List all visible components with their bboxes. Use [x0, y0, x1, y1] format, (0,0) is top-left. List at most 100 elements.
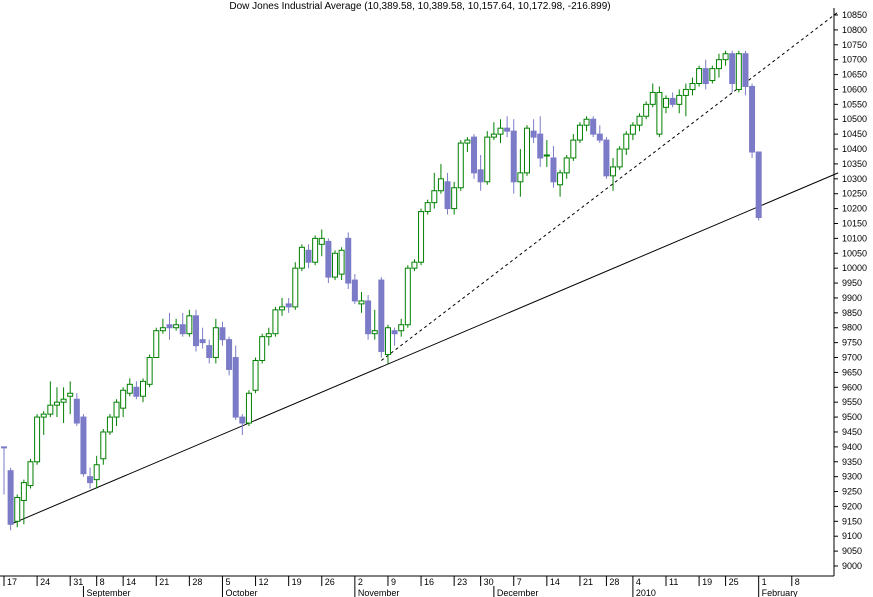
x-tick-label: 26	[325, 577, 335, 587]
y-tick-label: 10350	[842, 159, 867, 169]
candle	[47, 381, 54, 418]
y-tick-label: 10650	[842, 70, 867, 80]
candle	[292, 262, 299, 310]
candle-body	[173, 324, 180, 329]
candle-body	[332, 252, 338, 278]
candle-body	[351, 279, 358, 302]
candle-body	[365, 300, 372, 335]
candle-body	[34, 416, 41, 463]
y-tick-label: 9200	[842, 501, 862, 511]
candle	[418, 208, 425, 266]
y-tick-label: 9800	[842, 323, 862, 333]
candle-body	[345, 237, 352, 284]
candle-body	[530, 130, 537, 138]
candle	[272, 306, 279, 337]
candle	[153, 327, 160, 359]
candle	[676, 89, 683, 114]
candle-body	[477, 169, 484, 183]
x-tick-label: 21	[583, 577, 593, 587]
candle-body	[570, 139, 577, 159]
candle	[67, 381, 74, 415]
candle-body	[153, 330, 160, 359]
x-tick-label: 25	[729, 577, 739, 587]
candle-body	[709, 68, 716, 82]
candle-body	[226, 339, 233, 370]
x-tick-label: 4	[636, 577, 641, 587]
candle	[239, 414, 246, 435]
candle-body	[616, 148, 623, 168]
y-tick-label: 10600	[842, 84, 867, 94]
candle-body	[87, 476, 94, 484]
candle-body	[649, 91, 656, 105]
x-tick-label: 21	[159, 577, 169, 587]
candle	[722, 50, 729, 66]
y-tick-label: 9050	[842, 546, 862, 556]
candle	[484, 131, 491, 185]
candle	[325, 238, 332, 284]
x-tick-label: 7	[517, 577, 522, 587]
candle-body	[27, 461, 34, 487]
candle-body	[232, 357, 239, 418]
candle	[40, 411, 47, 435]
candle-body	[391, 330, 398, 335]
candle	[543, 140, 550, 167]
candle	[431, 172, 438, 209]
candle	[140, 378, 147, 403]
x-tick-label: 19	[292, 577, 302, 587]
y-tick-label: 9500	[842, 412, 862, 422]
candle-body	[305, 249, 312, 263]
y-tick-label: 9000	[842, 561, 862, 571]
candle-body	[179, 324, 186, 335]
candle	[742, 50, 749, 96]
candle	[371, 309, 378, 340]
x-month-label: 2010	[636, 588, 656, 597]
x-tick-label: 28	[192, 577, 202, 587]
candle	[173, 318, 180, 331]
y-tick-label: 9550	[842, 397, 862, 407]
candle	[53, 387, 60, 418]
candle-body	[623, 133, 630, 150]
candle-body	[636, 115, 643, 126]
y-tick-label: 9400	[842, 442, 862, 452]
candle-body	[702, 68, 709, 85]
candle-body	[755, 151, 762, 219]
candle	[298, 244, 305, 272]
candle	[345, 232, 352, 290]
y-tick-label: 10850	[842, 10, 867, 20]
candle-body	[113, 401, 120, 418]
candle-body	[464, 139, 471, 144]
candle-body	[285, 303, 292, 308]
x-tick-label: 16	[424, 577, 434, 587]
y-tick-label: 10800	[842, 25, 867, 35]
candle	[378, 277, 385, 358]
y-tick-label: 10200	[842, 204, 867, 214]
candle	[192, 309, 199, 352]
candle	[358, 291, 365, 313]
candle-body	[504, 127, 511, 132]
candle	[318, 229, 325, 257]
candle	[530, 119, 537, 144]
candle	[265, 327, 272, 346]
candle	[351, 274, 358, 304]
candle	[576, 122, 583, 144]
candle	[106, 414, 113, 435]
candle-body	[47, 404, 54, 415]
candle	[490, 122, 497, 141]
candle-body	[272, 309, 279, 335]
candle	[696, 65, 703, 87]
candle-body	[557, 172, 564, 186]
candle	[34, 414, 41, 465]
candle-body	[166, 324, 173, 329]
y-tick-label: 9450	[842, 427, 862, 437]
candle	[186, 309, 193, 337]
candle	[312, 235, 319, 266]
candle-body	[140, 380, 147, 397]
candle	[285, 297, 292, 313]
candle-body	[656, 91, 663, 135]
y-tick-label: 9750	[842, 338, 862, 348]
candle	[199, 327, 206, 349]
candle	[113, 399, 120, 427]
candle	[424, 199, 431, 215]
candle-body	[729, 53, 736, 85]
candle	[305, 244, 312, 269]
